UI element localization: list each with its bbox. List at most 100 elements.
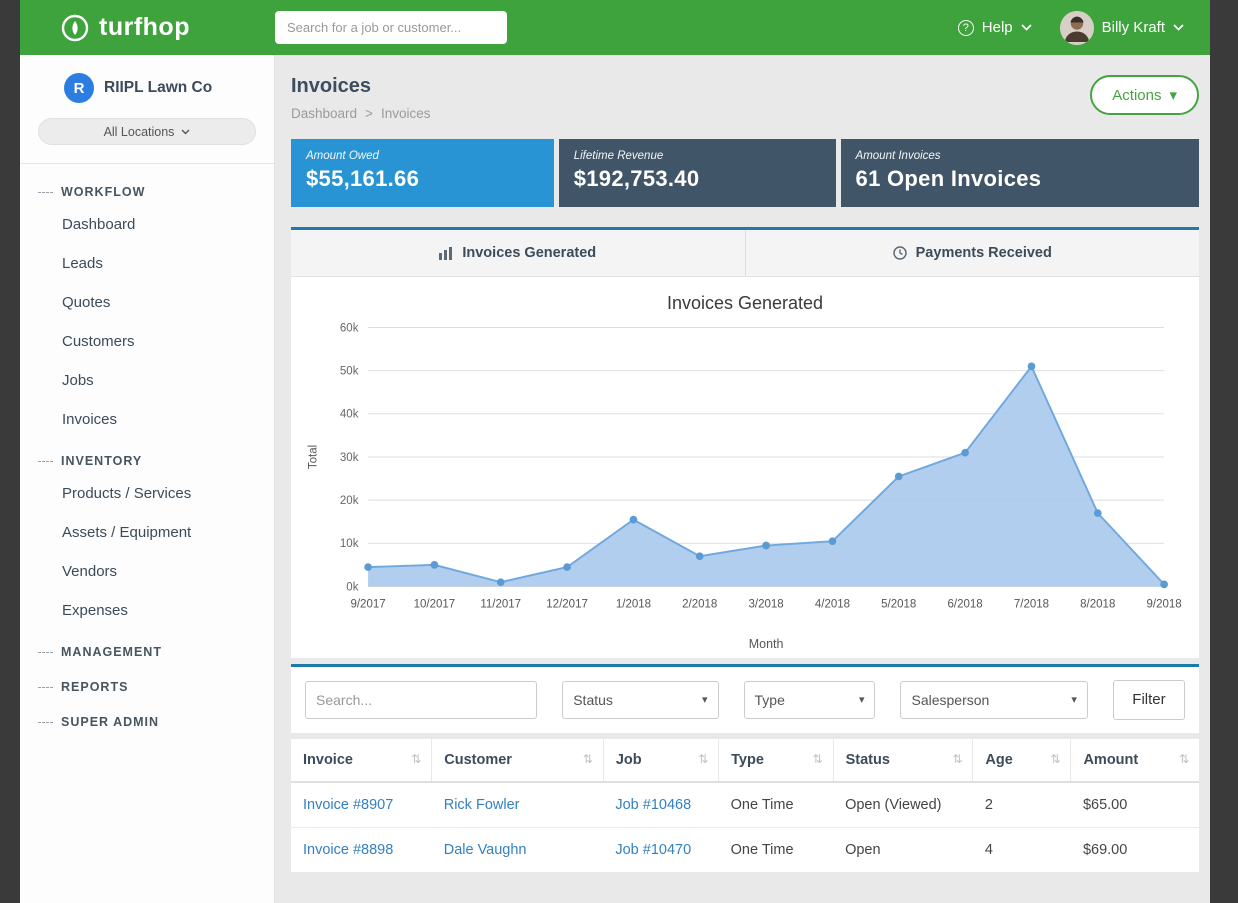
column-label: Customer xyxy=(444,752,512,768)
column-header-invoice[interactable]: ⇅Invoice xyxy=(291,739,432,782)
sidebar-item-expenses[interactable]: Expenses xyxy=(20,591,274,630)
svg-text:7/2018: 7/2018 xyxy=(1014,599,1049,611)
svg-text:50k: 50k xyxy=(340,366,359,378)
turfhop-logo[interactable]: turfhop xyxy=(20,13,275,43)
sort-icon[interactable]: ⇅ xyxy=(411,752,421,766)
sidebar-section-inventory[interactable]: INVENTORY xyxy=(20,439,274,474)
cell-age: 2 xyxy=(973,782,1071,828)
sort-icon[interactable]: ⇅ xyxy=(1179,752,1189,766)
svg-text:Month: Month xyxy=(749,637,784,651)
invoice-link[interactable]: Invoice #8898 xyxy=(303,842,393,858)
help-menu[interactable]: ? Help xyxy=(958,19,1032,36)
column-header-amount[interactable]: ⇅Amount xyxy=(1071,739,1199,782)
sidebar-section-management[interactable]: MANAGEMENT xyxy=(20,630,274,665)
svg-text:30k: 30k xyxy=(340,452,359,464)
sort-icon[interactable]: ⇅ xyxy=(813,752,823,766)
svg-text:4/2018: 4/2018 xyxy=(815,599,850,611)
job-link[interactable]: Job #10468 xyxy=(615,797,691,813)
locations-label: All Locations xyxy=(104,125,175,139)
sidebar-item-leads[interactable]: Leads xyxy=(20,244,274,283)
column-header-job[interactable]: ⇅ Job xyxy=(603,739,718,782)
job-link[interactable]: Job #10470 xyxy=(615,842,691,858)
svg-text:12/2017: 12/2017 xyxy=(546,599,588,611)
help-icon: ? xyxy=(958,20,974,36)
select-value: Status xyxy=(573,692,613,708)
sidebar-item-customers[interactable]: Customers xyxy=(20,322,274,361)
column-header-age[interactable]: ⇅ Age xyxy=(973,739,1071,782)
sidebar-nav: WORKFLOWDashboardLeadsQuotesCustomersJob… xyxy=(20,164,274,735)
sidebar-item-dashboard[interactable]: Dashboard xyxy=(20,205,274,244)
topbar-right: ? Help Billy Kraft xyxy=(958,11,1210,45)
global-search-input[interactable] xyxy=(275,11,507,44)
main-content: Invoices Dashboard > Invoices Actions ▾ … xyxy=(275,55,1210,903)
sidebar-item-jobs[interactable]: Jobs xyxy=(20,361,274,400)
sidebar-item-quotes[interactable]: Quotes xyxy=(20,283,274,322)
company-name: RIIPL Lawn Co xyxy=(104,79,212,97)
invoices-generated-chart: 0k10k20k30k40k50k60k9/201710/201711/2017… xyxy=(299,316,1191,654)
cell-customer: Rick Fowler xyxy=(432,782,604,828)
tab-payments-received[interactable]: Payments Received xyxy=(745,230,1200,276)
svg-text:Total: Total xyxy=(307,445,319,469)
sidebar-section-super-admin[interactable]: SUPER ADMIN xyxy=(20,700,274,735)
chart-title: Invoices Generated xyxy=(299,293,1191,314)
section-label: REPORTS xyxy=(61,680,128,694)
filter-button[interactable]: Filter xyxy=(1113,680,1185,720)
column-header-status[interactable]: ⇅Status xyxy=(833,739,973,782)
locations-dropdown[interactable]: All Locations xyxy=(38,118,256,145)
customer-link[interactable]: Rick Fowler xyxy=(444,797,520,813)
select-value: Type xyxy=(755,692,785,708)
table-search-input[interactable] xyxy=(305,681,537,719)
tab-label: Payments Received xyxy=(916,245,1052,261)
sort-icon[interactable]: ⇅ xyxy=(952,752,962,766)
actions-button[interactable]: Actions ▾ xyxy=(1090,75,1199,115)
stats-row: Amount Owed $55,161.66 Lifetime Revenue … xyxy=(291,139,1199,207)
status-filter-select[interactable]: Status ▾ xyxy=(562,681,718,719)
company-logo: R xyxy=(64,73,94,103)
chart-panel: Invoices Generated Payments Received Inv… xyxy=(291,227,1199,658)
tree-dash-icon xyxy=(38,652,53,653)
help-label: Help xyxy=(982,19,1013,36)
salesperson-filter-select[interactable]: Salesperson ▾ xyxy=(900,681,1087,719)
stat-label: Amount Invoices xyxy=(856,150,1184,162)
sort-icon[interactable]: ⇅ xyxy=(1050,752,1060,766)
sidebar-section-workflow[interactable]: WORKFLOW xyxy=(20,170,274,205)
company-header: R RIIPL Lawn Co xyxy=(20,55,274,103)
customer-link[interactable]: Dale Vaughn xyxy=(444,842,527,858)
user-menu[interactable]: Billy Kraft xyxy=(1060,11,1184,45)
sidebar-item-assets-equipment[interactable]: Assets / Equipment xyxy=(20,513,274,552)
breadcrumb-dashboard[interactable]: Dashboard xyxy=(291,106,357,121)
invoice-link[interactable]: Invoice #8907 xyxy=(303,797,393,813)
svg-text:20k: 20k xyxy=(340,495,359,507)
person-icon xyxy=(1060,11,1094,45)
tree-dash-icon xyxy=(38,461,53,462)
sidebar-section-reports[interactable]: REPORTS xyxy=(20,665,274,700)
type-filter-select[interactable]: Type ▾ xyxy=(744,681,876,719)
section-label: SUPER ADMIN xyxy=(61,715,159,729)
cell-invoice: Invoice #8907 xyxy=(291,782,432,828)
cell-job: Job #10470 xyxy=(603,827,718,872)
column-label: Age xyxy=(985,752,1012,768)
table-row: Invoice #8898Dale VaughnJob #10470One Ti… xyxy=(291,827,1199,872)
cell-status: Open (Viewed) xyxy=(833,782,973,828)
table-row: Invoice #8907Rick FowlerJob #10468One Ti… xyxy=(291,782,1199,828)
svg-text:60k: 60k xyxy=(340,322,359,334)
breadcrumb-separator-icon: > xyxy=(365,106,373,121)
sort-icon[interactable]: ⇅ xyxy=(583,752,593,766)
column-label: Job xyxy=(616,752,642,768)
breadcrumb-current: Invoices xyxy=(381,106,431,121)
tree-dash-icon xyxy=(38,687,53,688)
user-name: Billy Kraft xyxy=(1102,19,1165,36)
cell-customer: Dale Vaughn xyxy=(432,827,604,872)
sort-icon[interactable]: ⇅ xyxy=(698,752,708,766)
caret-down-icon: ▾ xyxy=(859,693,865,706)
filter-panel: Status ▾ Type ▾ Salesperson ▾ Filter xyxy=(291,664,1199,733)
sidebar-item-products-services[interactable]: Products / Services xyxy=(20,474,274,513)
svg-text:9/2018: 9/2018 xyxy=(1147,599,1182,611)
column-header-type[interactable]: ⇅Type xyxy=(719,739,833,782)
page-title: Invoices xyxy=(291,75,430,98)
sidebar-item-invoices[interactable]: Invoices xyxy=(20,400,274,439)
sidebar-item-vendors[interactable]: Vendors xyxy=(20,552,274,591)
column-header-customer[interactable]: ⇅ Customer xyxy=(432,739,604,782)
tab-invoices-generated[interactable]: Invoices Generated xyxy=(291,230,745,276)
select-value: Salesperson xyxy=(911,692,989,708)
